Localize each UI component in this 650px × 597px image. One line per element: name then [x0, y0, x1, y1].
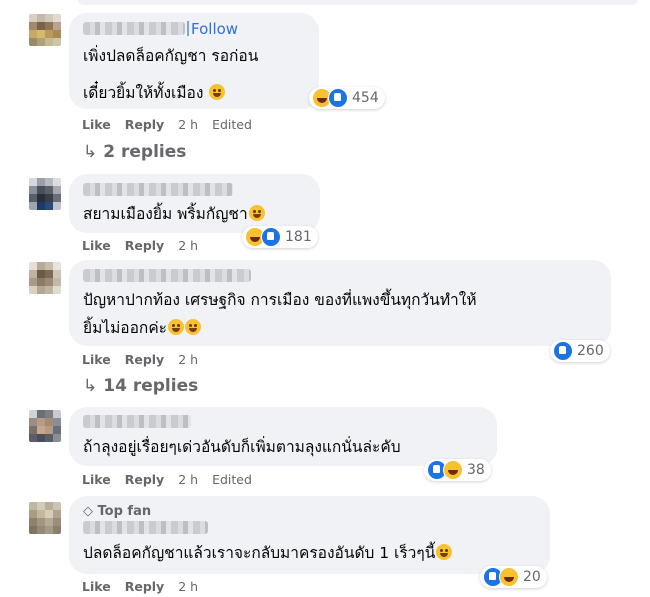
comment-text: ยิ้มไม่ออกค่ะ — [83, 317, 202, 340]
comment-actions: Like Reply 2 h — [82, 238, 212, 253]
commenter-name[interactable] — [83, 22, 185, 35]
like-button[interactable]: Like — [82, 238, 111, 253]
commenter-name[interactable] — [83, 521, 208, 534]
reaction-summary[interactable]: 38 — [424, 459, 491, 481]
haha-reaction-icon — [499, 567, 519, 587]
comment-text: สยามเมืองยิ้ม พริ้มกัญชา — [83, 203, 265, 226]
avatar[interactable] — [29, 502, 61, 534]
reply-arrow-icon: ↳ — [83, 376, 98, 396]
reaction-count: 181 — [285, 229, 312, 245]
reaction-count: 20 — [523, 569, 541, 585]
commenter-name[interactable] — [83, 415, 191, 428]
follow-link[interactable]: Follow — [187, 20, 238, 38]
comment-text: ถ้าลุงอยู่เรื่อยๆเด่วอันดับก็เพิ่มตามลุง… — [83, 438, 401, 456]
view-replies-link[interactable]: ↳ 2 replies — [83, 142, 186, 162]
avatar[interactable] — [29, 410, 61, 442]
commenter-name[interactable] — [83, 269, 251, 282]
edited-label: Edited — [212, 472, 252, 487]
reply-button[interactable]: Reply — [125, 117, 164, 132]
laughing-emoji-icon — [209, 84, 226, 100]
reaction-summary[interactable]: 454 — [309, 87, 385, 109]
reaction-summary[interactable]: 260 — [550, 340, 610, 362]
comment-text: เดี๋ยวยิ้มให้ทั้งเมือง — [83, 82, 226, 105]
like-reaction-icon — [261, 227, 281, 247]
edited-label: Edited — [212, 117, 252, 132]
comment-text: เพิ่งปลดล็อคกัญชา รอก่อน — [83, 47, 259, 65]
reaction-summary[interactable]: 181 — [242, 226, 318, 248]
reaction-summary[interactable]: 20 — [480, 566, 547, 588]
like-button[interactable]: Like — [82, 579, 111, 594]
reply-button[interactable]: Reply — [125, 579, 164, 594]
diamond-icon: ◇ — [83, 504, 93, 519]
reaction-count: 454 — [352, 90, 379, 106]
comment-actions: Like Reply 2 h — [82, 352, 212, 367]
like-reaction-icon — [553, 341, 573, 361]
smiling-emoji-icon — [185, 319, 202, 335]
reply-button[interactable]: Reply — [125, 472, 164, 487]
timestamp[interactable]: 2 h — [178, 117, 198, 132]
comment-text: ปัญหาปากท้อง เศรษฐกิจ การเมือง ของที่แพง… — [83, 291, 477, 309]
grinning-emoji-icon — [436, 544, 453, 560]
view-replies-link[interactable]: ↳ 14 replies — [83, 376, 198, 396]
reply-button[interactable]: Reply — [125, 352, 164, 367]
timestamp[interactable]: 2 h — [178, 352, 198, 367]
timestamp[interactable]: 2 h — [178, 579, 198, 594]
grinning-emoji-icon — [248, 205, 265, 221]
previous-comment-edge — [0, 0, 650, 6]
reaction-count: 38 — [467, 462, 485, 478]
comment-actions: Like Reply 2 h Edited — [82, 472, 266, 487]
comment-actions: Like Reply 2 h Edited — [82, 117, 266, 132]
reply-arrow-icon: ↳ — [83, 142, 98, 162]
like-button[interactable]: Like — [82, 117, 111, 132]
reply-button[interactable]: Reply — [125, 238, 164, 253]
like-reaction-icon — [328, 88, 348, 108]
like-button[interactable]: Like — [82, 352, 111, 367]
smiling-emoji-icon — [168, 319, 185, 335]
top-fan-badge: ◇ Top fan — [83, 504, 152, 519]
avatar[interactable] — [29, 262, 61, 294]
avatar[interactable] — [29, 14, 61, 46]
commenter-name[interactable] — [83, 183, 233, 196]
comment-actions: Like Reply 2 h — [82, 579, 212, 594]
timestamp[interactable]: 2 h — [178, 472, 198, 487]
comment-text: ปลดล็อคกัญชาแล้วเราจะกลับมาครองอันดับ 1 … — [83, 542, 453, 565]
haha-reaction-icon — [443, 460, 463, 480]
reaction-count: 260 — [577, 343, 604, 359]
avatar[interactable] — [29, 178, 61, 210]
timestamp[interactable]: 2 h — [178, 238, 198, 253]
like-button[interactable]: Like — [82, 472, 111, 487]
